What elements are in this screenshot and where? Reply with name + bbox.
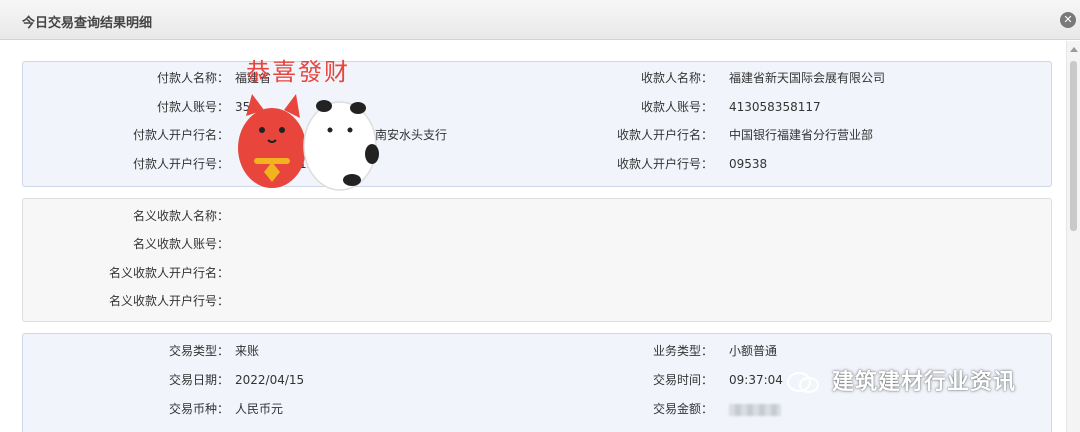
window-title: 今日交易查询结果明细 bbox=[22, 16, 153, 31]
payee-account-value: 413058358117 bbox=[729, 100, 821, 114]
tx-amount-value-blurred bbox=[729, 401, 781, 417]
payer-bank-no-label: 付款人开户行号： bbox=[132, 157, 229, 171]
payer-payee-panel: 付款人名称： 福建省 收款人名称： 福建省新天国际会展有限公司 付款人账号： 3… bbox=[22, 61, 1052, 187]
lucky-cat-sticker-icon bbox=[238, 94, 379, 191]
window-titlebar: 今日交易查询结果明细 ✕ bbox=[0, 0, 1080, 40]
payer-account-label: 付款人账号： bbox=[156, 100, 229, 114]
payee-bank-label: 收款人开户行名： bbox=[616, 128, 713, 142]
payee-account-label: 收款人账号： bbox=[640, 100, 713, 114]
tx-date-label: 交易日期： bbox=[168, 373, 229, 387]
payer-bank-label: 付款人开户行名： bbox=[132, 128, 229, 142]
biz-type-label: 业务类型： bbox=[652, 344, 713, 358]
nominal-bank-no-label: 名义收款人开户行号： bbox=[108, 294, 229, 308]
nominal-payee-panel: 名义收款人名称： 名义收款人账号： 名义收款人开户行名： 名义收款人开户行号： bbox=[22, 198, 1052, 322]
scroll-thumb[interactable] bbox=[1070, 61, 1077, 231]
blurred-amount bbox=[729, 403, 781, 416]
tx-currency-label: 交易币种： bbox=[168, 402, 229, 416]
watermark-text: 建筑建材行业资讯 bbox=[832, 370, 1017, 395]
payee-name-value: 福建省新天国际会展有限公司 bbox=[729, 71, 886, 85]
tx-time-label: 交易时间： bbox=[652, 373, 713, 387]
scroll-up-arrow-icon[interactable] bbox=[1070, 47, 1078, 52]
payee-bank-no-value: 09538 bbox=[729, 157, 768, 171]
nominal-account-label: 名义收款人账号： bbox=[132, 237, 229, 251]
tx-type-value: 来账 bbox=[235, 344, 260, 358]
nominal-bank-label: 名义收款人开户行名： bbox=[108, 266, 229, 280]
tx-amount-label: 交易金额： bbox=[652, 402, 713, 416]
tx-date-value: 2022/04/15 bbox=[235, 373, 305, 387]
payer-name-label: 付款人名称： bbox=[156, 71, 229, 85]
vertical-scrollbar[interactable] bbox=[1066, 41, 1080, 432]
tx-type-label: 交易类型： bbox=[168, 344, 229, 358]
payee-name-label: 收款人名称： bbox=[640, 71, 713, 85]
tx-currency-value: 人民币元 bbox=[235, 402, 284, 416]
watermark: 建筑建材行业资讯 bbox=[786, 368, 1016, 398]
payee-bank-no-label: 收款人开户行号： bbox=[616, 157, 713, 171]
payee-bank-value: 中国银行福建省分行营业部 bbox=[729, 128, 874, 142]
biz-type-value: 小额普通 bbox=[729, 344, 778, 358]
close-icon[interactable]: ✕ bbox=[1060, 12, 1076, 28]
nominal-name-label: 名义收款人名称： bbox=[132, 209, 229, 223]
tx-time-value: 09:37:04 bbox=[729, 373, 783, 387]
